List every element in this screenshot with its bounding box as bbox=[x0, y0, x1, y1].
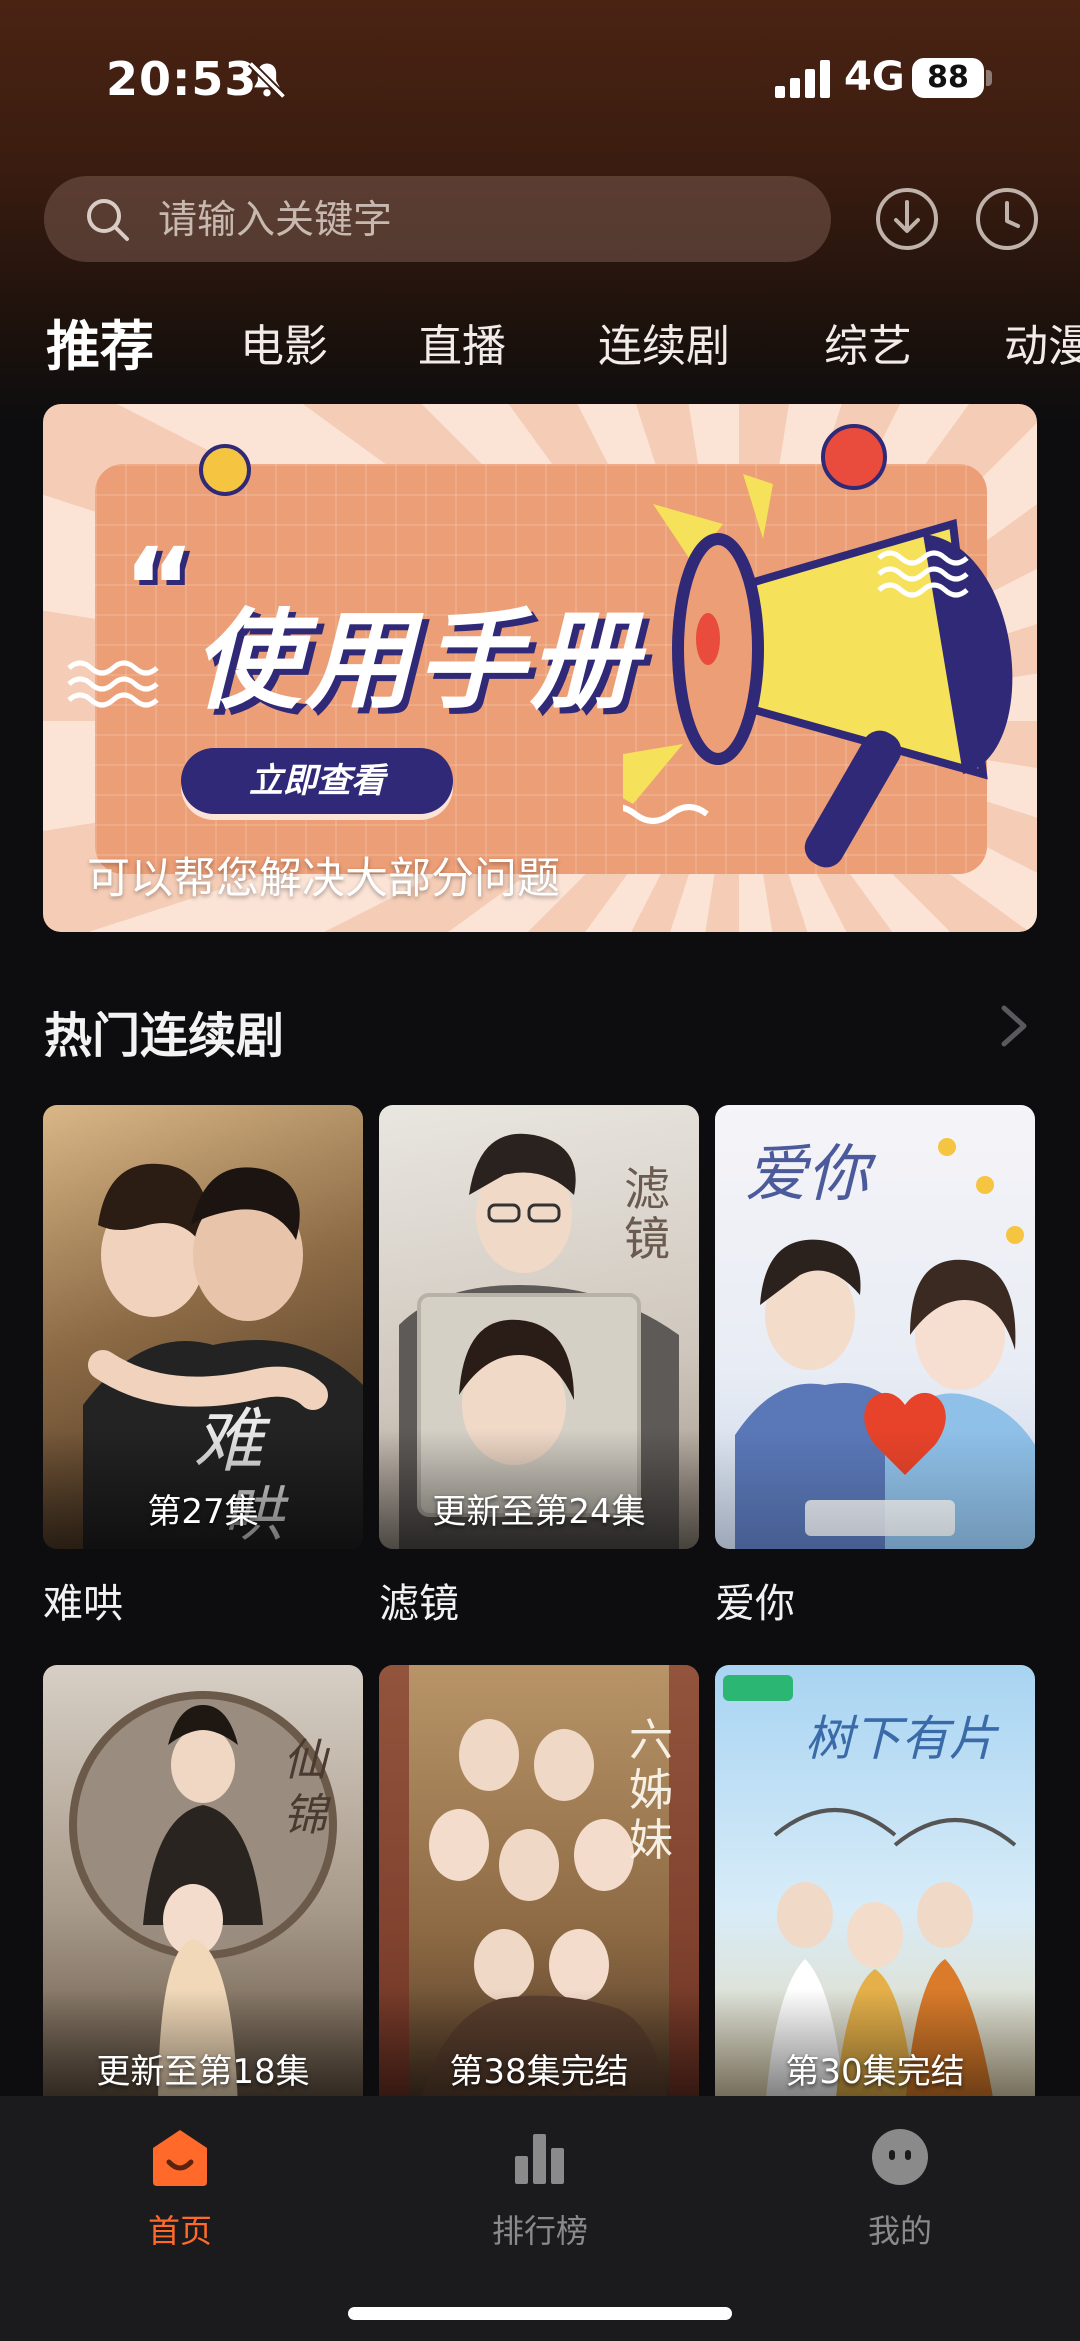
nav-home[interactable]: 首页 bbox=[80, 2126, 280, 2252]
nav-profile-label: 我的 bbox=[867, 2212, 932, 2250]
signal-icon bbox=[775, 60, 830, 98]
decor-dot-yellow bbox=[199, 444, 251, 496]
promo-banner[interactable]: “ 使用手册 立即查看 可以帮您解决大部分问题 bbox=[43, 404, 1037, 932]
show-poster: 仙 锦 更新至第18集 bbox=[43, 1665, 363, 2109]
nav-ranking-label: 排行榜 bbox=[491, 2212, 588, 2250]
nav-ranking[interactable]: 排行榜 bbox=[440, 2126, 640, 2252]
status-time: 20:53 bbox=[106, 52, 258, 106]
svg-text:仙: 仙 bbox=[283, 1735, 331, 1786]
show-poster: 六 姊 妹 第38集完结 bbox=[379, 1665, 699, 2109]
svg-text:滤: 滤 bbox=[624, 1162, 670, 1216]
search-input[interactable] bbox=[156, 176, 780, 264]
banner-caption: 可以帮您解决大部分问题 bbox=[87, 854, 560, 904]
battery-tip bbox=[986, 70, 992, 86]
banner-quote-mark: “ bbox=[123, 524, 196, 652]
svg-text:镜: 镜 bbox=[624, 1212, 670, 1266]
tab-series[interactable]: 连续剧 bbox=[598, 310, 730, 374]
home-indicator bbox=[348, 2307, 732, 2320]
svg-text:锦: 锦 bbox=[283, 1790, 332, 1841]
show-title: 爱你 bbox=[715, 1581, 795, 1627]
battery-icon: 88 bbox=[912, 58, 984, 98]
bottom-navigation: 首页 排行榜 我的 bbox=[0, 2096, 1080, 2341]
ranking-icon bbox=[515, 2134, 564, 2184]
banner-view-button[interactable]: 立即查看 bbox=[181, 748, 453, 814]
battery-level: 88 bbox=[927, 60, 969, 95]
chevron-right-icon[interactable] bbox=[996, 1004, 1030, 1048]
tab-variety[interactable]: 综艺 bbox=[824, 310, 912, 374]
section-title: 热门连续剧 bbox=[44, 1008, 285, 1064]
show-poster: 难 哄 第27集 bbox=[43, 1105, 363, 1549]
svg-text:姊: 姊 bbox=[629, 1765, 673, 1816]
episode-status: 更新至第24集 bbox=[432, 1492, 646, 1532]
episode-status: 第38集完结 bbox=[449, 2052, 629, 2092]
search-bar[interactable] bbox=[44, 176, 831, 264]
show-poster: 滤 镜 更新至第24集 bbox=[379, 1105, 699, 1549]
svg-text:六: 六 bbox=[629, 1715, 673, 1766]
show-poster: 树下有片 第30集完结 bbox=[715, 1665, 1035, 2109]
bell-off-icon bbox=[247, 60, 287, 100]
tab-anime[interactable]: 动漫 bbox=[1004, 310, 1080, 374]
banner-title: 使用手册 bbox=[193, 599, 642, 724]
show-title: 难哄 bbox=[43, 1581, 123, 1627]
episode-status: 第27集 bbox=[147, 1492, 259, 1532]
wave-decoration-right bbox=[877, 550, 969, 598]
search-icon bbox=[87, 199, 129, 241]
tab-live[interactable]: 直播 bbox=[418, 310, 506, 374]
status-bar: 20:53 4G 88 bbox=[0, 0, 1080, 150]
poster-overlay bbox=[715, 1429, 1035, 1549]
home-icon bbox=[153, 2130, 207, 2186]
history-icon[interactable] bbox=[974, 186, 1040, 252]
wave-decoration-left bbox=[67, 660, 159, 708]
show-poster: 爱你 bbox=[715, 1105, 1035, 1549]
svg-text:妹: 妹 bbox=[629, 1815, 673, 1866]
episode-status: 更新至第18集 bbox=[96, 2052, 310, 2092]
megaphone-icon bbox=[623, 474, 1013, 868]
tab-recommend[interactable]: 推荐 bbox=[46, 302, 154, 381]
nav-home-label: 首页 bbox=[147, 2212, 212, 2250]
episode-status: 第30集完结 bbox=[785, 2052, 965, 2092]
svg-text:爱你: 爱你 bbox=[745, 1137, 877, 1210]
category-tabs: 推荐 电影 直播 连续剧 综艺 动漫 bbox=[0, 298, 1080, 382]
tab-movies[interactable]: 电影 bbox=[240, 310, 328, 374]
svg-text:树下有片: 树下有片 bbox=[805, 1711, 1000, 1767]
show-title: 滤镜 bbox=[379, 1581, 459, 1627]
nav-profile[interactable]: 我的 bbox=[800, 2126, 1000, 2252]
download-icon[interactable] bbox=[874, 186, 940, 252]
profile-icon bbox=[872, 2129, 928, 2185]
network-type: 4G bbox=[844, 54, 905, 100]
